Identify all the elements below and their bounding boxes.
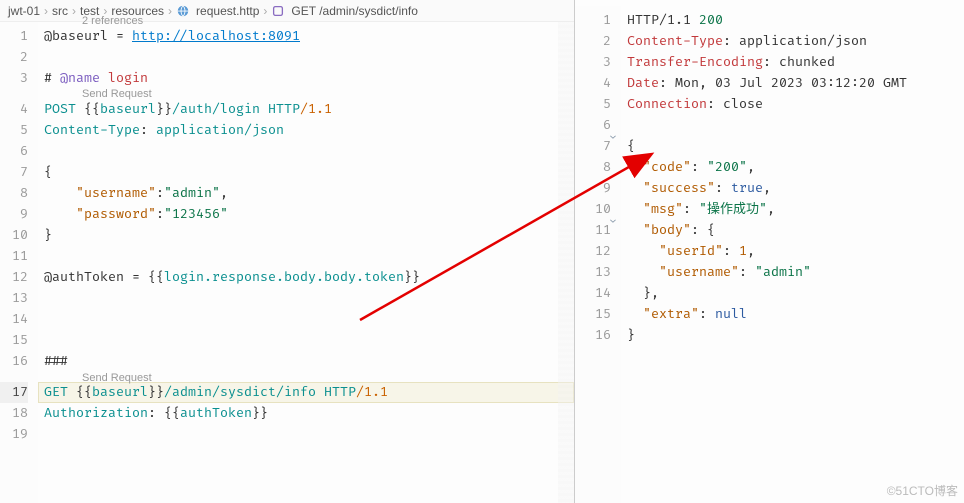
code-line[interactable] [38, 288, 574, 309]
code-line[interactable]: HTTP/1.1 200 [621, 10, 964, 31]
crumb-file[interactable]: request.http [196, 4, 259, 18]
code-line[interactable] [38, 309, 574, 330]
request-editor-pane: jwt-01 › src › test › resources › reques… [0, 0, 575, 503]
code-line[interactable] [38, 330, 574, 351]
code-line[interactable]: { [621, 136, 964, 157]
code-line[interactable]: "username":"admin", [38, 183, 574, 204]
pane-divider[interactable] [574, 0, 575, 503]
chevron-right-icon: › [263, 4, 267, 18]
http-file-icon [176, 4, 190, 18]
crumb-symbol[interactable]: GET /admin/sysdict/info [291, 4, 418, 18]
line-gutter: 12345678910111213141516171819 [0, 22, 38, 503]
code-line[interactable]: Date: Mon, 03 Jul 2023 03:12:20 GMT [621, 73, 964, 94]
code-area[interactable]: HTTP/1.1 200 Content-Type: application/j… [621, 6, 964, 503]
codelens-send-request[interactable]: Send Request [82, 84, 152, 105]
crumb-folder[interactable]: src [52, 4, 68, 18]
code-line[interactable]: "success": true, [621, 178, 964, 199]
code-line[interactable] [621, 115, 964, 136]
code-line[interactable]: }, [621, 283, 964, 304]
code-line[interactable]: @authToken = {{login.response.body.body.… [38, 267, 574, 288]
watermark-text: ©51CTO博客 [887, 482, 958, 499]
code-line[interactable]: { [38, 162, 574, 183]
code-line[interactable] [38, 47, 574, 68]
code-line[interactable] [38, 141, 574, 162]
code-line[interactable]: } [38, 225, 574, 246]
chevron-right-icon: › [44, 4, 48, 18]
code-line[interactable]: Authorization: {{authToken}} [38, 403, 574, 424]
code-line[interactable]: "password":"123456" [38, 204, 574, 225]
fold-column[interactable]: ⌄⌄ [607, 4, 619, 340]
code-line[interactable]: "extra": null [621, 304, 964, 325]
code-area[interactable]: 2 references @baseurl = http://localhost… [38, 22, 574, 503]
code-line[interactable]: "username": "admin" [621, 262, 964, 283]
code-line[interactable]: "userId": 1, [621, 241, 964, 262]
response-viewer-pane: 12345678910111213141516 ⌄⌄ HTTP/1.1 200 … [575, 0, 964, 503]
code-line[interactable] [38, 246, 574, 267]
minimap[interactable] [558, 22, 574, 503]
crumb-project[interactable]: jwt-01 [8, 4, 40, 18]
code-line[interactable]: Content-Type: application/json [621, 31, 964, 52]
code-line[interactable]: } [621, 325, 964, 346]
chevron-right-icon: › [168, 4, 172, 18]
code-line[interactable]: "msg": "操作成功", [621, 199, 964, 220]
code-line[interactable]: "body": { [621, 220, 964, 241]
left-code-editor[interactable]: 12345678910111213141516171819 2 referenc… [0, 22, 574, 503]
code-line[interactable]: Transfer-Encoding: chunked [621, 52, 964, 73]
symbol-method-icon [271, 4, 285, 18]
code-line[interactable]: Connection: close [621, 94, 964, 115]
codelens-references[interactable]: 2 references [82, 11, 143, 32]
code-line[interactable] [38, 424, 574, 445]
chevron-right-icon: › [72, 4, 76, 18]
right-code-editor[interactable]: 12345678910111213141516 ⌄⌄ HTTP/1.1 200 … [575, 0, 964, 503]
code-line[interactable]: Content-Type: application/json [38, 120, 574, 141]
codelens-send-request[interactable]: Send Request [82, 368, 152, 389]
code-line[interactable]: "code": "200", [621, 157, 964, 178]
